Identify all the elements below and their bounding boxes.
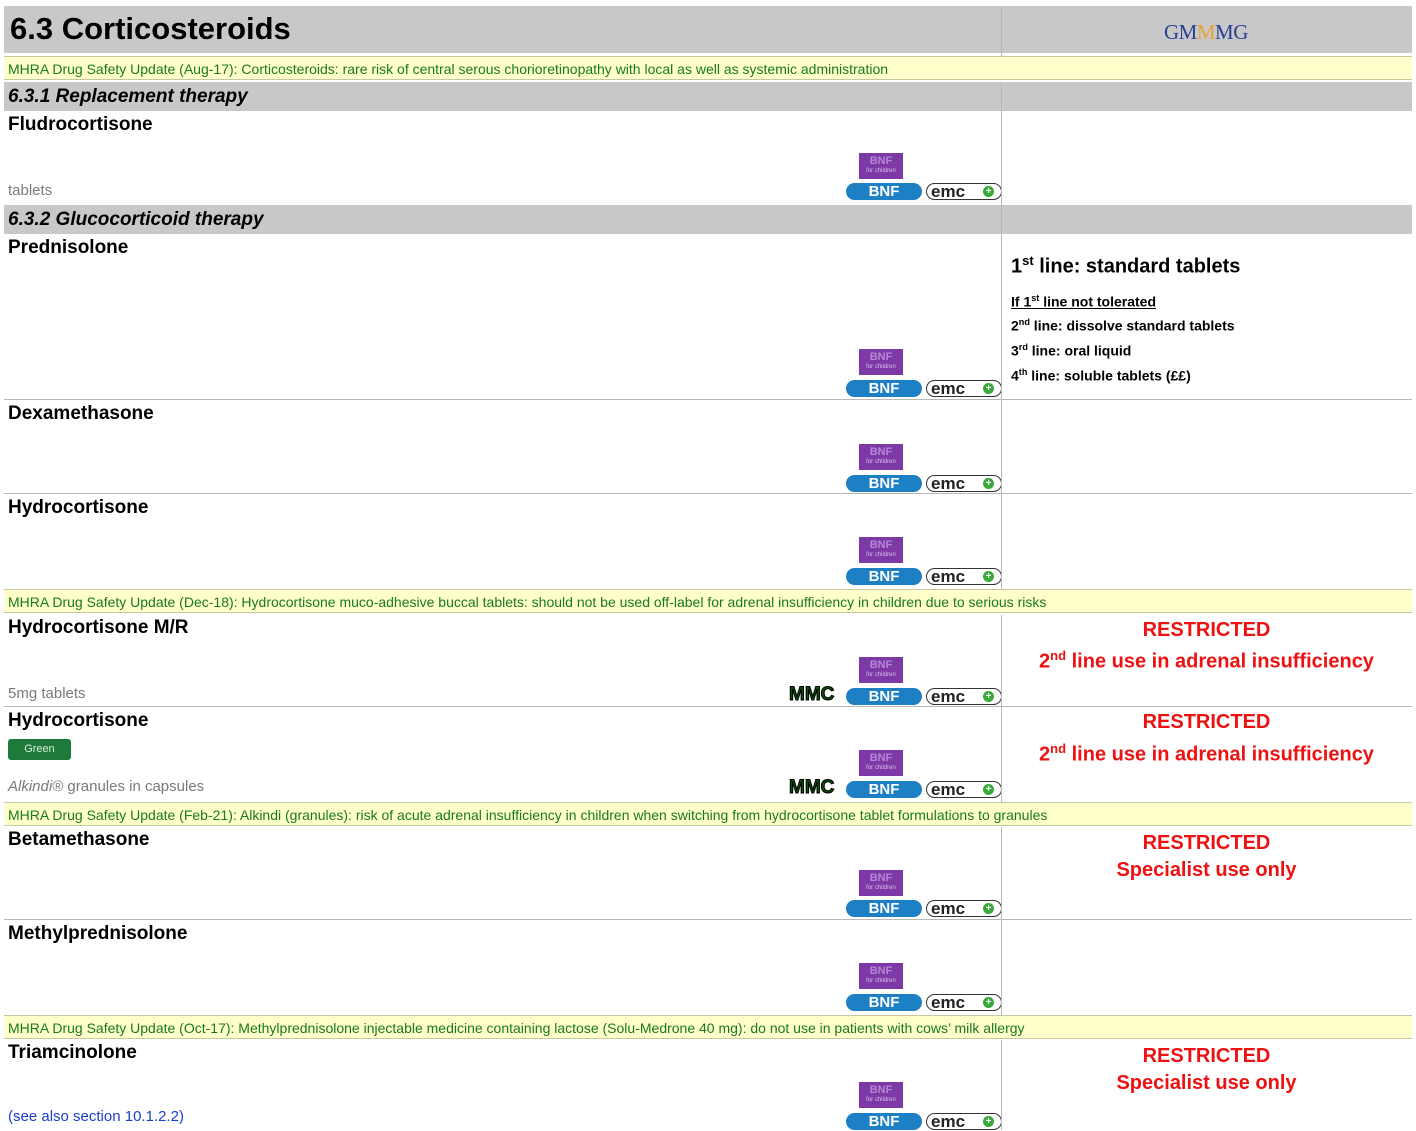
drug-name: Dexamethasone xyxy=(8,403,154,424)
drug-row-dexamethasone: Dexamethasone xyxy=(4,401,1412,493)
drug-row-prednisolone: Prednisolone 1st line: standard tablets … xyxy=(4,235,1412,397)
drug-name: Hydrocortisone xyxy=(8,497,149,518)
bnf-link-button[interactable]: BNF xyxy=(846,568,922,585)
mhra-alert-text[interactable]: MHRA Drug Safety Update (Oct-17): Methyl… xyxy=(8,1020,1025,1036)
drug-name: Triamcinolone xyxy=(8,1042,137,1063)
drug-name: Betamethasone xyxy=(8,829,150,850)
bnf-link-button[interactable]: BNF xyxy=(846,380,922,397)
plus-icon: + xyxy=(983,478,994,489)
restricted-label: RESTRICTED xyxy=(1142,1045,1271,1067)
logo-text-b: MG xyxy=(1215,20,1248,44)
bnf-children-icon[interactable]: BNF for children xyxy=(859,537,903,563)
bnf-children-icon[interactable]: BNF for children xyxy=(859,349,903,375)
mmc-link-button[interactable]: MMC xyxy=(788,777,834,799)
row-divider xyxy=(4,919,1412,920)
third-line-note: 3rd line: oral liquid xyxy=(1011,342,1132,359)
bnf-children-icon[interactable]: BNF for children xyxy=(859,750,903,776)
drug-form: 5mg tablets xyxy=(8,685,86,702)
bnf-link-button[interactable]: BNF xyxy=(846,688,922,705)
drug-name: Fludrocortisone xyxy=(8,114,153,135)
drug-row-methylprednisolone: Methylprednisolone xyxy=(4,921,1412,1013)
restricted-label: RESTRICTED xyxy=(1142,711,1271,733)
drug-name: Hydrocortisone M/R xyxy=(8,617,189,638)
drug-form: tablets xyxy=(8,182,53,199)
emc-link-button[interactable]: emc + xyxy=(926,568,1002,585)
second-line-note: 2nd line: dissolve standard tablets xyxy=(1011,317,1235,334)
section-header-6-3-2: 6.3.2 Glucocorticoid therapy xyxy=(4,205,1412,234)
intolerance-heading: If 1st line not tolerated xyxy=(1011,293,1157,310)
logo-text-v: M xyxy=(1196,20,1216,44)
plus-icon: + xyxy=(983,1116,994,1127)
drug-form: Alkindi® granules in capsules xyxy=(8,778,205,795)
logo-text-a: GM xyxy=(1164,20,1197,44)
mhra-alert-text[interactable]: MHRA Drug Safety Update (Aug-17): Cortic… xyxy=(8,61,888,77)
mmc-link-button[interactable]: MMC xyxy=(788,684,834,706)
column-divider xyxy=(1001,1040,1002,1130)
gmmmg-logo: GMMMG xyxy=(1164,20,1248,45)
bnf-link-button[interactable]: BNF xyxy=(846,1113,922,1130)
traffic-light-status-badge[interactable]: Green xyxy=(8,739,71,760)
plus-icon: + xyxy=(983,997,994,1008)
column-divider xyxy=(1001,82,1002,589)
emc-link-button[interactable]: emc + xyxy=(926,994,1002,1011)
emc-link-button[interactable]: emc + xyxy=(926,475,1002,492)
restriction-note: 2nd line use in adrenal insufficiency xyxy=(1039,741,1374,766)
drug-row-hydrocortisone: Hydrocortisone xyxy=(4,495,1412,587)
restriction-note: Specialist use only xyxy=(1116,859,1297,881)
plus-icon: + xyxy=(983,186,994,197)
bnf-children-icon[interactable]: BNF for children xyxy=(859,153,903,179)
emc-link-button[interactable]: emc + xyxy=(926,380,1002,397)
column-divider xyxy=(1001,615,1002,802)
bnf-link-button[interactable]: BNF xyxy=(846,475,922,492)
title-row: 6.3 Corticosteroids GMMMG xyxy=(4,6,1412,53)
section-title: 6.3.1 Replacement therapy xyxy=(8,86,248,107)
plus-icon: + xyxy=(983,691,994,702)
drug-name: Methylprednisolone xyxy=(8,923,188,944)
restriction-note: Specialist use only xyxy=(1116,1072,1297,1094)
bnf-link-button[interactable]: BNF xyxy=(846,900,922,917)
section-header-6-3-1: 6.3.1 Replacement therapy xyxy=(4,82,1412,111)
bnf-link-button[interactable]: BNF xyxy=(846,781,922,798)
mhra-alert-feb21[interactable]: MHRA Drug Safety Update (Feb-21): Alkind… xyxy=(4,802,1412,826)
restricted-label: RESTRICTED xyxy=(1142,619,1271,641)
page-title: 6.3 Corticosteroids xyxy=(10,11,291,46)
column-divider xyxy=(1001,827,1002,1015)
row-divider xyxy=(4,493,1412,494)
column-divider xyxy=(1001,6,1002,56)
emc-link-button[interactable]: emc + xyxy=(926,1113,1002,1130)
bnf-children-icon[interactable]: BNF for children xyxy=(859,963,903,989)
restriction-note: 2nd line use in adrenal insufficiency xyxy=(1039,648,1374,673)
row-divider xyxy=(4,399,1412,400)
bnf-children-icon[interactable]: BNF for children xyxy=(859,1082,903,1108)
emc-link-button[interactable]: emc + xyxy=(926,781,1002,798)
mhra-alert-dec18[interactable]: MHRA Drug Safety Update (Dec-18): Hydroc… xyxy=(4,589,1412,613)
drug-name: Hydrocortisone xyxy=(8,710,149,731)
emc-link-button[interactable]: emc + xyxy=(926,688,1002,705)
mhra-alert-text[interactable]: MHRA Drug Safety Update (Feb-21): Alkind… xyxy=(8,807,1047,823)
mhra-alert-aug17[interactable]: MHRA Drug Safety Update (Aug-17): Cortic… xyxy=(4,56,1412,80)
section-title: 6.3.2 Glucocorticoid therapy xyxy=(8,209,264,230)
mhra-alert-text[interactable]: MHRA Drug Safety Update (Dec-18): Hydroc… xyxy=(8,594,1046,610)
bnf-children-icon[interactable]: BNF for children xyxy=(859,444,903,470)
drug-row-fludrocortisone: Fludrocortisone tablets xyxy=(4,112,1412,203)
emc-link-button[interactable]: emc + xyxy=(926,900,1002,917)
bnf-children-icon[interactable]: BNF for children xyxy=(859,657,903,683)
plus-icon: + xyxy=(983,383,994,394)
plus-icon: + xyxy=(983,903,994,914)
mhra-alert-oct17[interactable]: MHRA Drug Safety Update (Oct-17): Methyl… xyxy=(4,1015,1412,1039)
first-line-note: 1st line: standard tablets xyxy=(1011,253,1241,278)
fourth-line-note: 4th line: soluble tablets (££) xyxy=(1011,367,1191,384)
bnf-children-icon[interactable]: BNF for children xyxy=(859,870,903,896)
row-divider xyxy=(4,706,1412,707)
plus-icon: + xyxy=(983,571,994,582)
emc-link-button[interactable]: emc + xyxy=(926,183,1002,200)
bnf-link-button[interactable]: BNF xyxy=(846,183,922,200)
bnf-link-button[interactable]: BNF xyxy=(846,994,922,1011)
drug-name: Prednisolone xyxy=(8,237,129,258)
see-also-link[interactable]: (see also section 10.1.2.2) xyxy=(8,1108,184,1125)
restricted-label: RESTRICTED xyxy=(1142,832,1271,854)
plus-icon: + xyxy=(983,784,994,795)
